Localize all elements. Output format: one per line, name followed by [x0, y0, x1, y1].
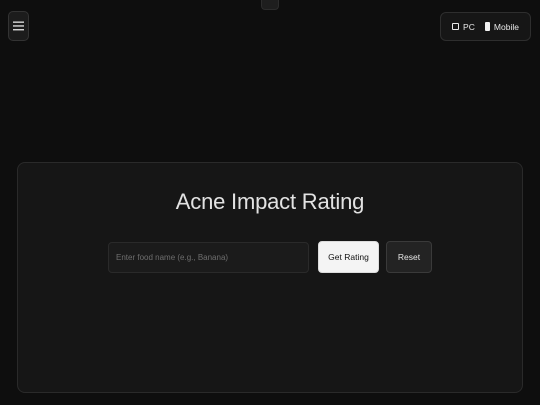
rating-card: Acne Impact Rating Get Rating Reset	[17, 162, 523, 393]
toggle-mobile[interactable]: Mobile	[484, 21, 519, 32]
toggle-mobile-label: Mobile	[493, 21, 519, 32]
food-name-input[interactable]	[108, 242, 309, 273]
app-page: PC Mobile Acne Impact Rating Get Rating …	[0, 0, 540, 405]
top-drag-handle[interactable]	[261, 0, 279, 10]
menu-button[interactable]	[8, 11, 29, 41]
toggle-pc-label: PC	[463, 21, 475, 32]
desktop-icon	[452, 23, 460, 30]
reset-button[interactable]: Reset	[386, 241, 432, 273]
mobile-icon	[484, 22, 490, 31]
toggle-pc[interactable]: PC	[452, 22, 475, 32]
device-toggle: PC Mobile	[440, 12, 531, 41]
get-rating-button[interactable]: Get Rating	[318, 241, 379, 273]
hamburger-menu-icon	[13, 21, 24, 31]
card-title: Acne Impact Rating	[175, 189, 365, 214]
